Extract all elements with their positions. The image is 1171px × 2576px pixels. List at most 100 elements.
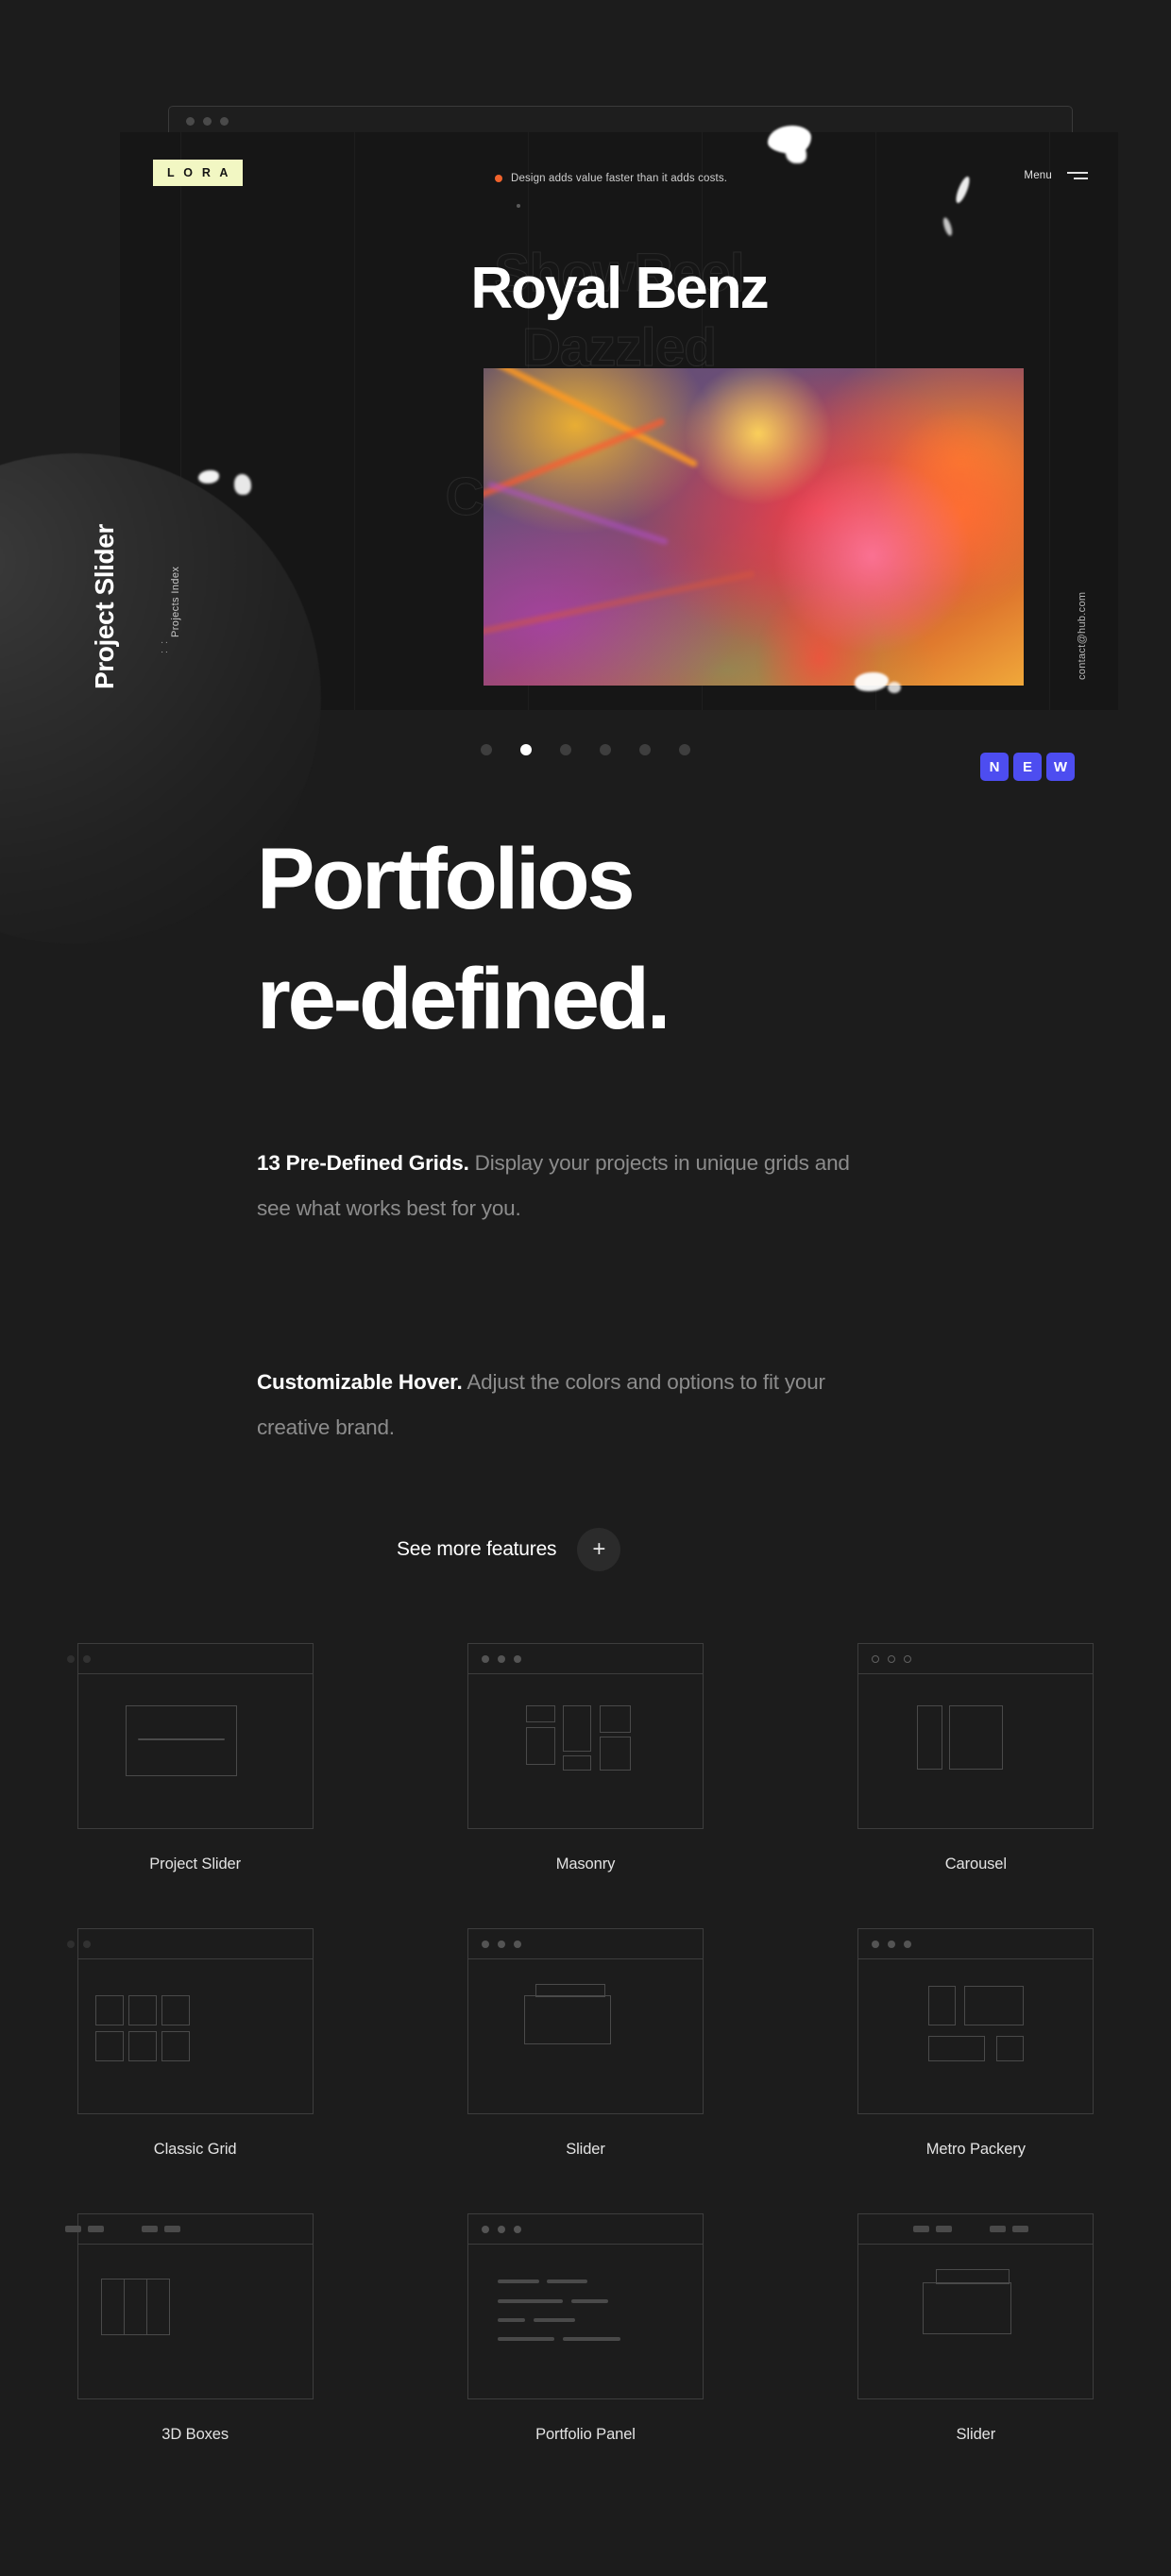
window-dot-icon: [66, 1940, 75, 1948]
wire-text-line: [562, 2337, 620, 2341]
vertical-contact-email[interactable]: contact@hub.com: [1077, 592, 1088, 680]
wire-text-line: [570, 2299, 608, 2303]
wireframe-body: [78, 1674, 313, 1828]
carousel-dot[interactable]: [600, 744, 611, 755]
headline-line-2: re-defined.: [257, 951, 670, 1047]
wire-text-line: [533, 2318, 575, 2322]
see-more-features-button[interactable]: See more features +: [397, 1528, 621, 1571]
layout-card-label: Carousel: [944, 1856, 1007, 1873]
wire-line: [137, 1738, 225, 1740]
wire-box: [923, 2282, 1012, 2334]
layout-card[interactable]: Project Slider: [0, 1638, 390, 1873]
window-dot-icon: [904, 1654, 912, 1663]
hamburger-icon[interactable]: [1067, 172, 1088, 179]
wireframe-preview: [66, 1928, 314, 2114]
wire-box: [125, 1705, 237, 1776]
layout-card[interactable]: Slider: [781, 2209, 1171, 2444]
layout-card[interactable]: Carousel: [781, 1638, 1171, 1873]
hero-site-mock: L O R A Design adds value faster than it…: [120, 132, 1118, 710]
layout-card[interactable]: 3D Boxes: [0, 2209, 390, 2444]
nav-right-group: Menu: [1024, 170, 1088, 181]
window-dash-icon: [64, 2226, 81, 2232]
carousel-dot-active[interactable]: [520, 744, 532, 755]
wireframe-titlebar: [467, 1929, 703, 1959]
layout-card[interactable]: Portfolio Panel: [390, 2209, 780, 2444]
window-dash-icon: [1012, 2226, 1029, 2232]
carousel-dot[interactable]: [481, 744, 492, 755]
wireframe-preview: [857, 2213, 1095, 2399]
layout-card[interactable]: Slider: [390, 1924, 780, 2159]
window-dot-icon: [872, 1940, 880, 1948]
wire-box: [123, 2279, 147, 2335]
wireframe-preview: [467, 2213, 704, 2399]
wireframe-body: [858, 1674, 1093, 1828]
nav-secondary-dot-icon: [517, 204, 520, 208]
feature-strong: Customizable Hover.: [257, 1370, 463, 1394]
menu-label[interactable]: Menu: [1024, 170, 1052, 181]
site-nav: L O R A Design adds value faster than it…: [120, 132, 1118, 223]
wireframe-titlebar: [858, 1929, 1094, 1959]
wireframe-titlebar: [467, 1644, 703, 1674]
vertical-project-slider-title: Project Slider: [90, 524, 119, 689]
browser-dot-icon: [186, 117, 195, 126]
wire-box: [949, 1705, 1004, 1770]
hero-photo[interactable]: [484, 368, 1024, 686]
window-dash-icon: [913, 2226, 930, 2232]
wireframe-body: [858, 2245, 1093, 2398]
window-dash-icon: [936, 2226, 953, 2232]
wireframe-titlebar: [64, 2214, 313, 2245]
wire-text-line: [497, 2337, 554, 2341]
wireframe-titlebar: [66, 1929, 313, 1959]
carousel-dot[interactable]: [560, 744, 571, 755]
layout-cards-grid: Project Slider Masonry Carousel Classic …: [0, 1638, 1171, 2494]
window-dot-icon: [481, 1654, 489, 1663]
window-dot-icon: [497, 2225, 505, 2233]
window-dot-icon: [497, 1654, 505, 1663]
wireframe-titlebar: [858, 2214, 1094, 2245]
feature-paragraph-1: 13 Pre-Defined Grids. Display your proje…: [257, 1141, 861, 1231]
wire-box: [562, 1705, 591, 1752]
layout-card[interactable]: Classic Grid: [0, 1924, 390, 2159]
wire-box: [94, 2031, 124, 2061]
wireframe-preview: [467, 1928, 704, 2114]
wire-box: [525, 1727, 555, 1765]
wire-text-line: [497, 2299, 563, 2303]
layout-card-label: Project Slider: [149, 1856, 242, 1873]
wireframe-body: [78, 2245, 313, 2398]
new-badge-group: N E W: [980, 753, 1075, 781]
headline-line-1: Portfolios: [257, 831, 636, 927]
window-dot-icon: [513, 2225, 521, 2233]
wireframe-preview: [66, 1643, 314, 1829]
window-dot-icon: [872, 1654, 880, 1663]
wireframe-body: [858, 1959, 1093, 2113]
window-dot-icon: [481, 2225, 489, 2233]
wire-box: [599, 1705, 631, 1733]
layout-card-label: Portfolio Panel: [535, 2426, 636, 2443]
wireframe-titlebar: [858, 1644, 1094, 1674]
wireframe-preview: [857, 1928, 1095, 2114]
browser-traffic-lights: [169, 107, 1072, 126]
wire-box: [525, 1705, 555, 1722]
window-dot-icon: [481, 1940, 489, 1948]
plus-icon[interactable]: +: [577, 1528, 621, 1571]
wireframe-body: [468, 2245, 703, 2398]
logo[interactable]: L O R A: [153, 160, 243, 186]
carousel-dot[interactable]: [679, 744, 690, 755]
wireframe-titlebar: [467, 2214, 703, 2245]
wire-box: [161, 1995, 190, 2025]
wire-box: [100, 2279, 125, 2335]
window-dash-icon: [87, 2226, 104, 2232]
vertical-index-marks: : :: [159, 638, 170, 653]
wire-box: [917, 1705, 943, 1770]
carousel-dot[interactable]: [639, 744, 651, 755]
wireframe-body: [468, 1959, 703, 2113]
wire-box: [127, 1995, 157, 2025]
window-dash-icon: [141, 2226, 158, 2232]
layout-card-label: Slider: [566, 2141, 605, 2158]
layout-card[interactable]: Masonry: [390, 1638, 780, 1873]
layout-card[interactable]: Metro Packery: [781, 1924, 1171, 2159]
vertical-projects-index-label[interactable]: Projects Index: [170, 567, 181, 637]
layout-card-label: Classic Grid: [153, 2141, 237, 2158]
window-dot-icon: [497, 1940, 505, 1948]
wire-box: [94, 1995, 124, 2025]
